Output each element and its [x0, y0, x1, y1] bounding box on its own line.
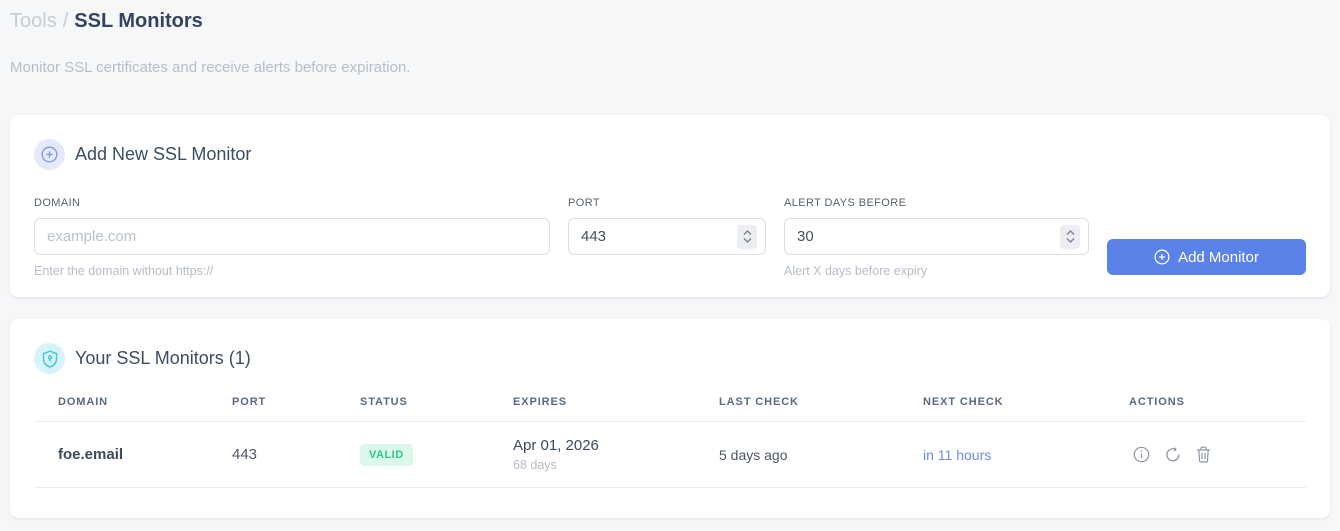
- status-badge: VALID: [360, 443, 413, 466]
- table-row: foe.email 443 VALID Apr 01, 2026 68 days…: [34, 422, 1306, 488]
- add-monitor-card: Add New SSL Monitor DOMAIN Enter the dom…: [10, 115, 1330, 297]
- add-monitor-card-title: Add New SSL Monitor: [75, 144, 252, 164]
- monitors-card-header: Your SSL Monitors (1): [34, 343, 1306, 374]
- col-header-last-check: LAST CHECK: [719, 396, 799, 408]
- breadcrumb: Tools / SSL Monitors: [10, 8, 1330, 34]
- chevron-down-icon: [1066, 238, 1074, 243]
- domain-helper-text: Enter the domain without https://: [34, 264, 214, 278]
- monitor-last-check: 5 days ago: [719, 446, 788, 463]
- plus-circle-icon: [1154, 249, 1170, 265]
- alert-days-input[interactable]: [784, 218, 1089, 255]
- monitors-list-card: Your SSL Monitors (1) DOMAIN PORT STATUS…: [10, 319, 1330, 518]
- domain-field-group: DOMAIN Enter the domain without https://: [34, 197, 550, 278]
- add-monitor-card-header: Add New SSL Monitor: [34, 139, 1306, 170]
- shield-icon: [34, 343, 65, 374]
- monitors-card-title: Your SSL Monitors (1): [75, 348, 251, 368]
- monitor-actions-cell: [1129, 446, 1306, 463]
- monitor-expires-date: Apr 01, 2026: [513, 437, 599, 454]
- monitor-expires-cell: Apr 01, 2026 68 days: [513, 437, 719, 472]
- add-monitor-form: DOMAIN Enter the domain without https://…: [34, 197, 1306, 278]
- col-header-expires: EXPIRES: [513, 396, 567, 408]
- submit-column: Add Monitor: [1107, 197, 1306, 278]
- port-stepper[interactable]: [737, 224, 757, 249]
- alert-days-helper-text: Alert X days before expiry: [784, 264, 928, 278]
- table-header-row: DOMAIN PORT STATUS EXPIRES LAST CHECK NE…: [34, 396, 1306, 422]
- monitor-domain: foe.email: [58, 446, 124, 463]
- port-field-group: PORT: [568, 197, 766, 278]
- add-monitor-button-label: Add Monitor: [1178, 248, 1259, 266]
- alert-days-stepper[interactable]: [1060, 224, 1080, 249]
- plus-circle-icon: [34, 139, 65, 170]
- col-header-status: STATUS: [360, 396, 408, 408]
- alert-days-field-group: ALERT DAYS BEFORE Alert X days before ex…: [784, 197, 1089, 278]
- info-icon: [1133, 446, 1150, 463]
- domain-label: DOMAIN: [34, 197, 81, 209]
- breadcrumb-tools-link[interactable]: Tools: [10, 10, 57, 32]
- alert-days-label: ALERT DAYS BEFORE: [784, 197, 907, 209]
- monitor-status-cell: VALID: [360, 443, 513, 466]
- col-header-port: PORT: [232, 396, 267, 408]
- monitor-expires-days-left: 68 days: [513, 458, 557, 472]
- monitors-table: DOMAIN PORT STATUS EXPIRES LAST CHECK NE…: [34, 396, 1306, 488]
- monitor-port: 443: [232, 446, 258, 463]
- page-title: SSL Monitors: [74, 10, 203, 32]
- col-header-actions: ACTIONS: [1129, 396, 1185, 408]
- delete-button[interactable]: [1196, 446, 1211, 463]
- port-label: PORT: [568, 197, 600, 209]
- chevron-down-icon: [743, 238, 751, 243]
- col-header-domain: DOMAIN: [58, 396, 109, 408]
- page-subtitle: Monitor SSL certificates and receive ale…: [10, 59, 411, 76]
- info-button[interactable]: [1133, 446, 1150, 463]
- col-header-next-check: NEXT CHECK: [923, 396, 1004, 408]
- chevron-up-icon: [743, 230, 751, 235]
- breadcrumb-separator: /: [62, 10, 69, 32]
- refresh-button[interactable]: [1165, 446, 1181, 463]
- domain-input[interactable]: [34, 218, 550, 255]
- chevron-up-icon: [1066, 230, 1074, 235]
- add-monitor-button[interactable]: Add Monitor: [1107, 239, 1306, 275]
- refresh-icon: [1166, 446, 1180, 461]
- trash-icon: [1197, 446, 1210, 463]
- ssl-monitors-page: Tools / SSL Monitors Monitor SSL certifica…: [0, 0, 1340, 518]
- monitor-next-check: in 11 hours: [923, 446, 992, 463]
